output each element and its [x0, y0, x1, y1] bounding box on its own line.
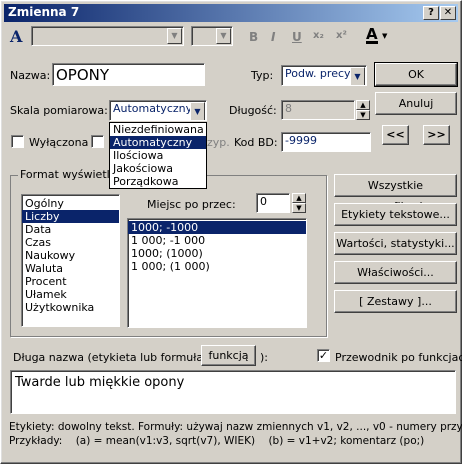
- disabled-label: Wyłączona: [29, 136, 89, 149]
- long-name-textarea[interactable]: Twarde lub miękkie opony: [10, 370, 456, 414]
- scale-dropdown-popup: Niezdefiniowana Automatyczny Ilościowa Jako…: [109, 122, 207, 189]
- superscript-button[interactable]: x²: [336, 30, 347, 41]
- variable-dialog: Zmienna 7 ? ✕ A ▼ ▼ B I U x₂ x² A ▼ Nazw…: [0, 0, 462, 464]
- long-name-label-end: ):: [260, 351, 268, 364]
- chevron-down-icon[interactable]: ▼: [382, 32, 387, 40]
- font-icon[interactable]: A: [10, 27, 22, 46]
- subscript-button[interactable]: x₂: [313, 30, 324, 41]
- spin-up-icon[interactable]: ▲: [356, 100, 370, 110]
- next-button[interactable]: >>: [423, 125, 450, 145]
- format-pattern-item[interactable]: 1 000; (1 000): [128, 260, 306, 273]
- length-label: Długość:: [229, 104, 277, 117]
- scale-label: Skala pomiarowa:: [10, 104, 108, 117]
- prev-button[interactable]: <<: [382, 125, 409, 145]
- underline-button[interactable]: U: [292, 30, 302, 44]
- help-text-line2: Przykłady: (a) = mean(v1:v3, sqrt(v7), W…: [9, 435, 425, 447]
- bd-code-label: Kod BD:: [234, 136, 278, 149]
- scale-option[interactable]: Automatyczny: [110, 136, 206, 149]
- help-button[interactable]: ?: [423, 6, 439, 20]
- format-type-item[interactable]: Data: [22, 223, 119, 236]
- window-title: Zmienna 7: [8, 5, 80, 19]
- scale-option[interactable]: Jakościowa: [110, 162, 206, 175]
- decimals-spinner[interactable]: ▲ ▼: [292, 193, 306, 213]
- scale-option[interactable]: Ilościowa: [110, 149, 206, 162]
- bd-code-input[interactable]: -9999: [281, 132, 371, 152]
- name-label: Nazwa:: [10, 69, 51, 82]
- scale-option[interactable]: Niezdefiniowana: [110, 123, 206, 136]
- format-type-item[interactable]: Liczby: [22, 210, 119, 223]
- format-type-item[interactable]: Waluta: [22, 262, 119, 275]
- decimals-label: Miejsc po przec:: [147, 198, 236, 211]
- long-name-label: Długa nazwa (etykieta lub formuła z: [13, 351, 213, 364]
- missing-data-checkbox[interactable]: [91, 135, 104, 148]
- sets-button[interactable]: [ Zestawy ]...: [334, 290, 457, 313]
- format-pattern-item[interactable]: 1 000; -1 000: [128, 234, 306, 247]
- spin-down-icon[interactable]: ▼: [292, 203, 306, 213]
- properties-button[interactable]: Właściwości...: [334, 261, 457, 284]
- name-input[interactable]: OPONY: [52, 63, 205, 86]
- close-button[interactable]: ✕: [440, 6, 456, 20]
- title-bar[interactable]: Zmienna 7 ? ✕: [4, 4, 458, 22]
- disabled-checkbox[interactable]: [11, 135, 24, 148]
- length-input[interactable]: 8: [281, 100, 355, 120]
- format-type-item[interactable]: Ogólny: [22, 197, 119, 210]
- text-color-icon[interactable]: A: [366, 27, 378, 44]
- scale-select[interactable]: Automatyczny ▼: [109, 100, 207, 121]
- format-type-item[interactable]: Ułamek: [22, 288, 119, 301]
- chevron-down-icon[interactable]: ▼: [167, 28, 182, 44]
- format-type-item[interactable]: Naukowy: [22, 249, 119, 262]
- format-pattern-item[interactable]: 1000; (1000): [128, 247, 306, 260]
- scale-value: Automatyczny: [113, 102, 193, 115]
- format-type-item[interactable]: Użytkownika: [22, 301, 119, 314]
- font-size-select[interactable]: ▼: [191, 26, 233, 46]
- font-name-select[interactable]: ▼: [31, 26, 184, 46]
- bold-button[interactable]: B: [249, 30, 258, 44]
- chevron-down-icon[interactable]: ▼: [190, 102, 205, 120]
- scale-option[interactable]: Porządkowa: [110, 175, 206, 188]
- function-button[interactable]: funkcją: [201, 345, 256, 366]
- chevron-down-icon[interactable]: ▼: [350, 67, 365, 85]
- spin-up-icon[interactable]: ▲: [292, 193, 306, 203]
- format-type-item[interactable]: Czas: [22, 236, 119, 249]
- all-specs-button[interactable]: Wszystkie specyfikacje: [334, 174, 457, 213]
- decimals-input[interactable]: 0: [256, 193, 290, 213]
- format-pattern-item[interactable]: 1000; -1000: [128, 221, 306, 234]
- function-wizard-checkbox[interactable]: ✓: [317, 349, 330, 362]
- length-spinner[interactable]: ▲ ▼: [356, 100, 370, 120]
- help-text-line1: Etykiety: dowolny tekst. Formuły: używaj…: [9, 421, 462, 433]
- format-type-item[interactable]: Procent: [22, 275, 119, 288]
- missing-suffix-label: zyp.: [207, 136, 230, 149]
- values-stats-button[interactable]: Wartości, statystyki...: [334, 232, 457, 255]
- format-type-list[interactable]: Ogólny Liczby Data Czas Naukowy Waluta Procent…: [21, 194, 120, 327]
- type-select[interactable]: Podw. precyzj ▼: [281, 65, 367, 86]
- type-label: Typ:: [251, 69, 274, 82]
- spin-down-icon[interactable]: ▼: [356, 110, 370, 120]
- format-pattern-list[interactable]: 1000; -1000 1 000; -1 000 1000; (1000) 1 00…: [127, 218, 307, 328]
- ok-button[interactable]: OK: [374, 62, 458, 87]
- chevron-down-icon[interactable]: ▼: [216, 28, 231, 44]
- text-labels-button[interactable]: Etykiety tekstowe...: [334, 203, 457, 226]
- type-value: Podw. precyzj: [285, 67, 360, 80]
- cancel-button[interactable]: Anuluj: [375, 92, 457, 115]
- italic-button[interactable]: I: [271, 30, 275, 44]
- function-wizard-label: Przewodnik po funkcjach: [335, 351, 462, 364]
